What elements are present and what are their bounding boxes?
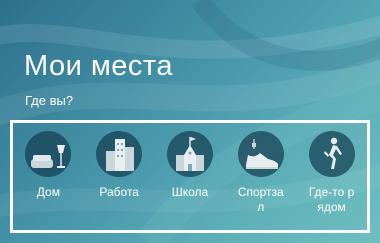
home-lamp-icon (25, 131, 72, 177)
place-nearby[interactable]: Где-то рядом (300, 131, 364, 215)
place-work-label: Работа (99, 185, 139, 199)
place-gym[interactable]: Спортзал (229, 131, 293, 215)
place-nearby-label: Где-то рядом (308, 185, 355, 214)
place-work[interactable]: Работа (87, 131, 151, 215)
place-home[interactable]: Дом (16, 131, 80, 215)
walking-person-icon (308, 131, 355, 177)
place-school-label: Школа (171, 185, 209, 199)
place-school[interactable]: Школа (158, 131, 222, 215)
place-gym-label: Спортзал (237, 185, 284, 214)
my-places-screen: Мои места Где вы? Дом Работа Школа Спорт… (0, 0, 380, 243)
place-home-label: Дом (36, 185, 60, 199)
places-list: Дом Работа Школа Спортзал Где-то рядом (13, 131, 367, 215)
page-subtitle: Где вы? (25, 93, 74, 108)
sneaker-icon (237, 131, 284, 177)
school-building-icon (166, 131, 213, 177)
places-selection-frame: Дом Работа Школа Спортзал Где-то рядом (10, 120, 370, 233)
page-title: Мои места (24, 50, 174, 82)
office-buildings-icon (96, 131, 143, 177)
